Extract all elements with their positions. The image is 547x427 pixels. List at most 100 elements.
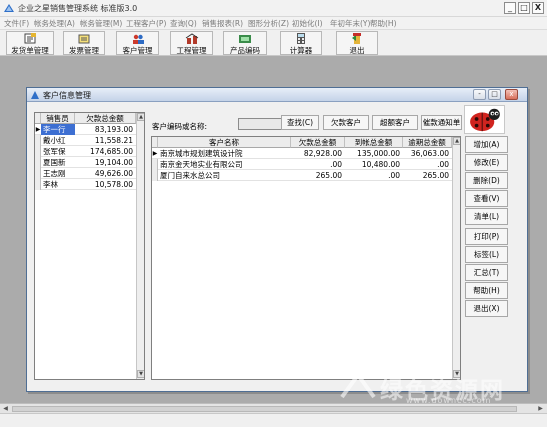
over-limit-customers-button[interactable]: 超额客户 xyxy=(372,115,418,130)
salesperson-header-name: 销售员 xyxy=(41,113,75,124)
add-button[interactable]: 增加(A) xyxy=(465,136,508,153)
salesperson-header-amount: 欠款总金额 xyxy=(75,113,136,124)
toolbar-invoice-label: 发货单管理 xyxy=(11,46,49,55)
toolbar-product-code-button[interactable]: 产品编码 xyxy=(223,31,267,55)
toolbar-receipt-label: 发票管理 xyxy=(69,46,99,55)
label-button[interactable]: 标签(L) xyxy=(465,246,508,263)
customer-header-overdue: 逾期总金额 xyxy=(403,137,452,148)
app-title-bar: 企业之星销售管理系统 标准版3.0 _ □ X xyxy=(0,0,547,17)
customer-name: 南京城市规划建筑设计院 xyxy=(160,149,243,158)
menu-account-process[interactable]: 帐务处理(A) xyxy=(34,18,75,29)
customer-header-name: 客户名称 xyxy=(158,137,291,148)
salesperson-amount: 83,193.00 xyxy=(94,125,133,134)
minimize-button[interactable]: _ xyxy=(504,2,516,14)
menu-account-manage[interactable]: 帐务管理(M) xyxy=(80,18,122,29)
scroll-up-icon[interactable]: ▲ xyxy=(137,113,144,121)
list-button[interactable]: 清单(L) xyxy=(465,208,508,225)
salesperson-row[interactable]: 戴小红 11,558.21 xyxy=(35,135,136,146)
customer-grid[interactable]: 客户名称 欠款总金额 到帐总金额 逾期总金额 ▶ 南京城市规划建筑设计院 82,… xyxy=(151,136,461,380)
customer-overdue: .00 xyxy=(437,160,449,169)
toolbar-project-button[interactable]: 工程管理 xyxy=(170,31,213,55)
toolbar-calculator-button[interactable]: 计算器 xyxy=(280,31,322,55)
scroll-down-icon[interactable]: ▼ xyxy=(137,370,144,378)
toolbar-customer-label: 客户管理 xyxy=(122,46,153,55)
menu-initialize[interactable]: 初始化(I) xyxy=(292,18,323,29)
dialog-title-bar[interactable]: 客户信息管理 - □ x xyxy=(27,88,527,102)
app-title: 企业之星销售管理系统 标准版3.0 xyxy=(18,4,138,13)
salesperson-name: 李一行 xyxy=(41,124,75,135)
salesperson-row[interactable]: 王志刚 49,626.00 xyxy=(35,168,136,179)
toolbar-invoice-button[interactable]: 发货单管理 xyxy=(6,31,54,55)
salesperson-name: 夏国新 xyxy=(43,158,66,167)
debt-customers-button[interactable]: 欠款客户 xyxy=(323,115,369,130)
exit-icon xyxy=(352,33,361,44)
maximize-button[interactable]: □ xyxy=(518,2,530,14)
toolbar-project-label: 工程管理 xyxy=(176,46,207,55)
menu-file[interactable]: 文件(F) xyxy=(4,18,29,29)
salesperson-name: 王志刚 xyxy=(43,169,66,178)
summary-button[interactable]: 汇总(T) xyxy=(465,264,508,281)
salesperson-row[interactable]: 夏国新 19,104.00 xyxy=(35,157,136,168)
menu-chart-analysis[interactable]: 图形分析(Z) xyxy=(248,18,289,29)
customer-row[interactable]: 厦门自来水总公司 265.00 .00 265.00 xyxy=(152,170,452,181)
scroll-up-icon[interactable]: ▲ xyxy=(453,137,460,145)
customer-debt: 82,928.00 xyxy=(303,149,342,158)
customer-overdue: 36,063.00 xyxy=(410,149,449,158)
print-button[interactable]: 打印(P) xyxy=(465,228,508,245)
customer-received: .00 xyxy=(388,171,400,180)
menu-year-end[interactable]: 年初年末(Y) xyxy=(330,18,370,29)
dialog-app-icon xyxy=(31,91,39,99)
salesperson-grid[interactable]: 销售员 欠款总金额 ▶ 李一行 83,193.00 戴小红 11,558.21 … xyxy=(34,112,145,380)
salesperson-row[interactable]: ▶ 李一行 83,193.00 xyxy=(35,124,136,135)
delete-button[interactable]: 删除(D) xyxy=(465,172,508,189)
salesperson-amount: 19,104.00 xyxy=(94,158,133,167)
salesperson-amount: 10,578.00 xyxy=(94,180,133,189)
status-bar xyxy=(0,413,547,427)
salesperson-name: 戴小红 xyxy=(43,136,66,145)
customer-scrollbar[interactable]: ▲ ▼ xyxy=(452,137,460,379)
toolbar-receipt-button[interactable]: 发票管理 xyxy=(63,31,105,55)
customer-name: 厦门自来水总公司 xyxy=(160,171,220,180)
salesperson-scrollbar[interactable]: ▲ ▼ xyxy=(136,113,144,379)
toolbar: 发货单管理 发票管理 客户管理 工程管理 产品编码 计算器 退出 xyxy=(0,29,547,56)
help-button[interactable]: 帮助(H) xyxy=(465,282,508,299)
toolbar-exit-button[interactable]: 退出 xyxy=(336,31,378,55)
menu-sales-report[interactable]: 销售报表(R) xyxy=(202,18,243,29)
customer-icon xyxy=(132,34,144,44)
toolbar-customer-button[interactable]: 客户管理 xyxy=(116,31,159,55)
exit-button[interactable]: 退出(X) xyxy=(465,300,508,317)
dialog-close-button[interactable]: x xyxy=(505,89,518,100)
salesperson-row[interactable]: 李林 10,578.00 xyxy=(35,179,136,190)
salesperson-amount: 49,626.00 xyxy=(94,169,133,178)
customer-name: 南京金天地实业有限公司 xyxy=(160,160,243,169)
watermark-logo-icon xyxy=(340,371,376,399)
menu-bar: 文件(F) 帐务处理(A) 帐务管理(M) 工程客户(P) 查询(Q) 销售报表… xyxy=(0,17,547,29)
customer-info-dialog: 客户信息管理 - □ x 销售员 欠款总金额 ▶ 李一行 83,193.00 戴… xyxy=(26,87,528,392)
customer-overdue: 265.00 xyxy=(422,171,449,180)
menu-query[interactable]: 查询(Q) xyxy=(170,18,197,29)
find-button[interactable]: 查找(C) xyxy=(281,115,319,130)
app-logo-icon xyxy=(4,4,14,12)
dialog-maximize-button[interactable]: □ xyxy=(488,89,501,100)
receipt-icon xyxy=(78,34,90,44)
toolbar-calculator-label: 计算器 xyxy=(289,46,313,55)
search-label: 客户编码或名称: xyxy=(152,122,208,131)
salesperson-amount: 174,685.00 xyxy=(90,147,133,156)
close-button[interactable]: X xyxy=(532,2,544,14)
scroll-left-icon[interactable]: ◀ xyxy=(1,405,10,413)
salesperson-row[interactable]: 张军保 174,685.00 xyxy=(35,146,136,157)
hscroll-thumb[interactable] xyxy=(12,406,517,412)
scroll-right-icon[interactable]: ▶ xyxy=(536,405,545,413)
customer-row[interactable]: ▶ 南京城市规划建筑设计院 82,928.00 135,000.00 36,06… xyxy=(152,148,452,159)
toolbar-product-code-label: 产品编码 xyxy=(230,46,260,55)
watermark-url: www.downcc.com xyxy=(406,396,492,405)
salesperson-amount: 11,558.21 xyxy=(94,136,133,145)
edit-button[interactable]: 修改(E) xyxy=(465,154,508,171)
payment-notice-button[interactable]: 催款通知单 xyxy=(421,115,462,130)
menu-project-customer[interactable]: 工程客户(P) xyxy=(126,18,166,29)
view-button[interactable]: 查看(V) xyxy=(465,190,508,207)
salesperson-name: 张军保 xyxy=(43,147,66,156)
dialog-minimize-button[interactable]: - xyxy=(473,89,486,100)
menu-help[interactable]: 帮助(H) xyxy=(370,18,397,29)
customer-row[interactable]: 南京金天地实业有限公司 .00 10,480.00 .00 xyxy=(152,159,452,170)
